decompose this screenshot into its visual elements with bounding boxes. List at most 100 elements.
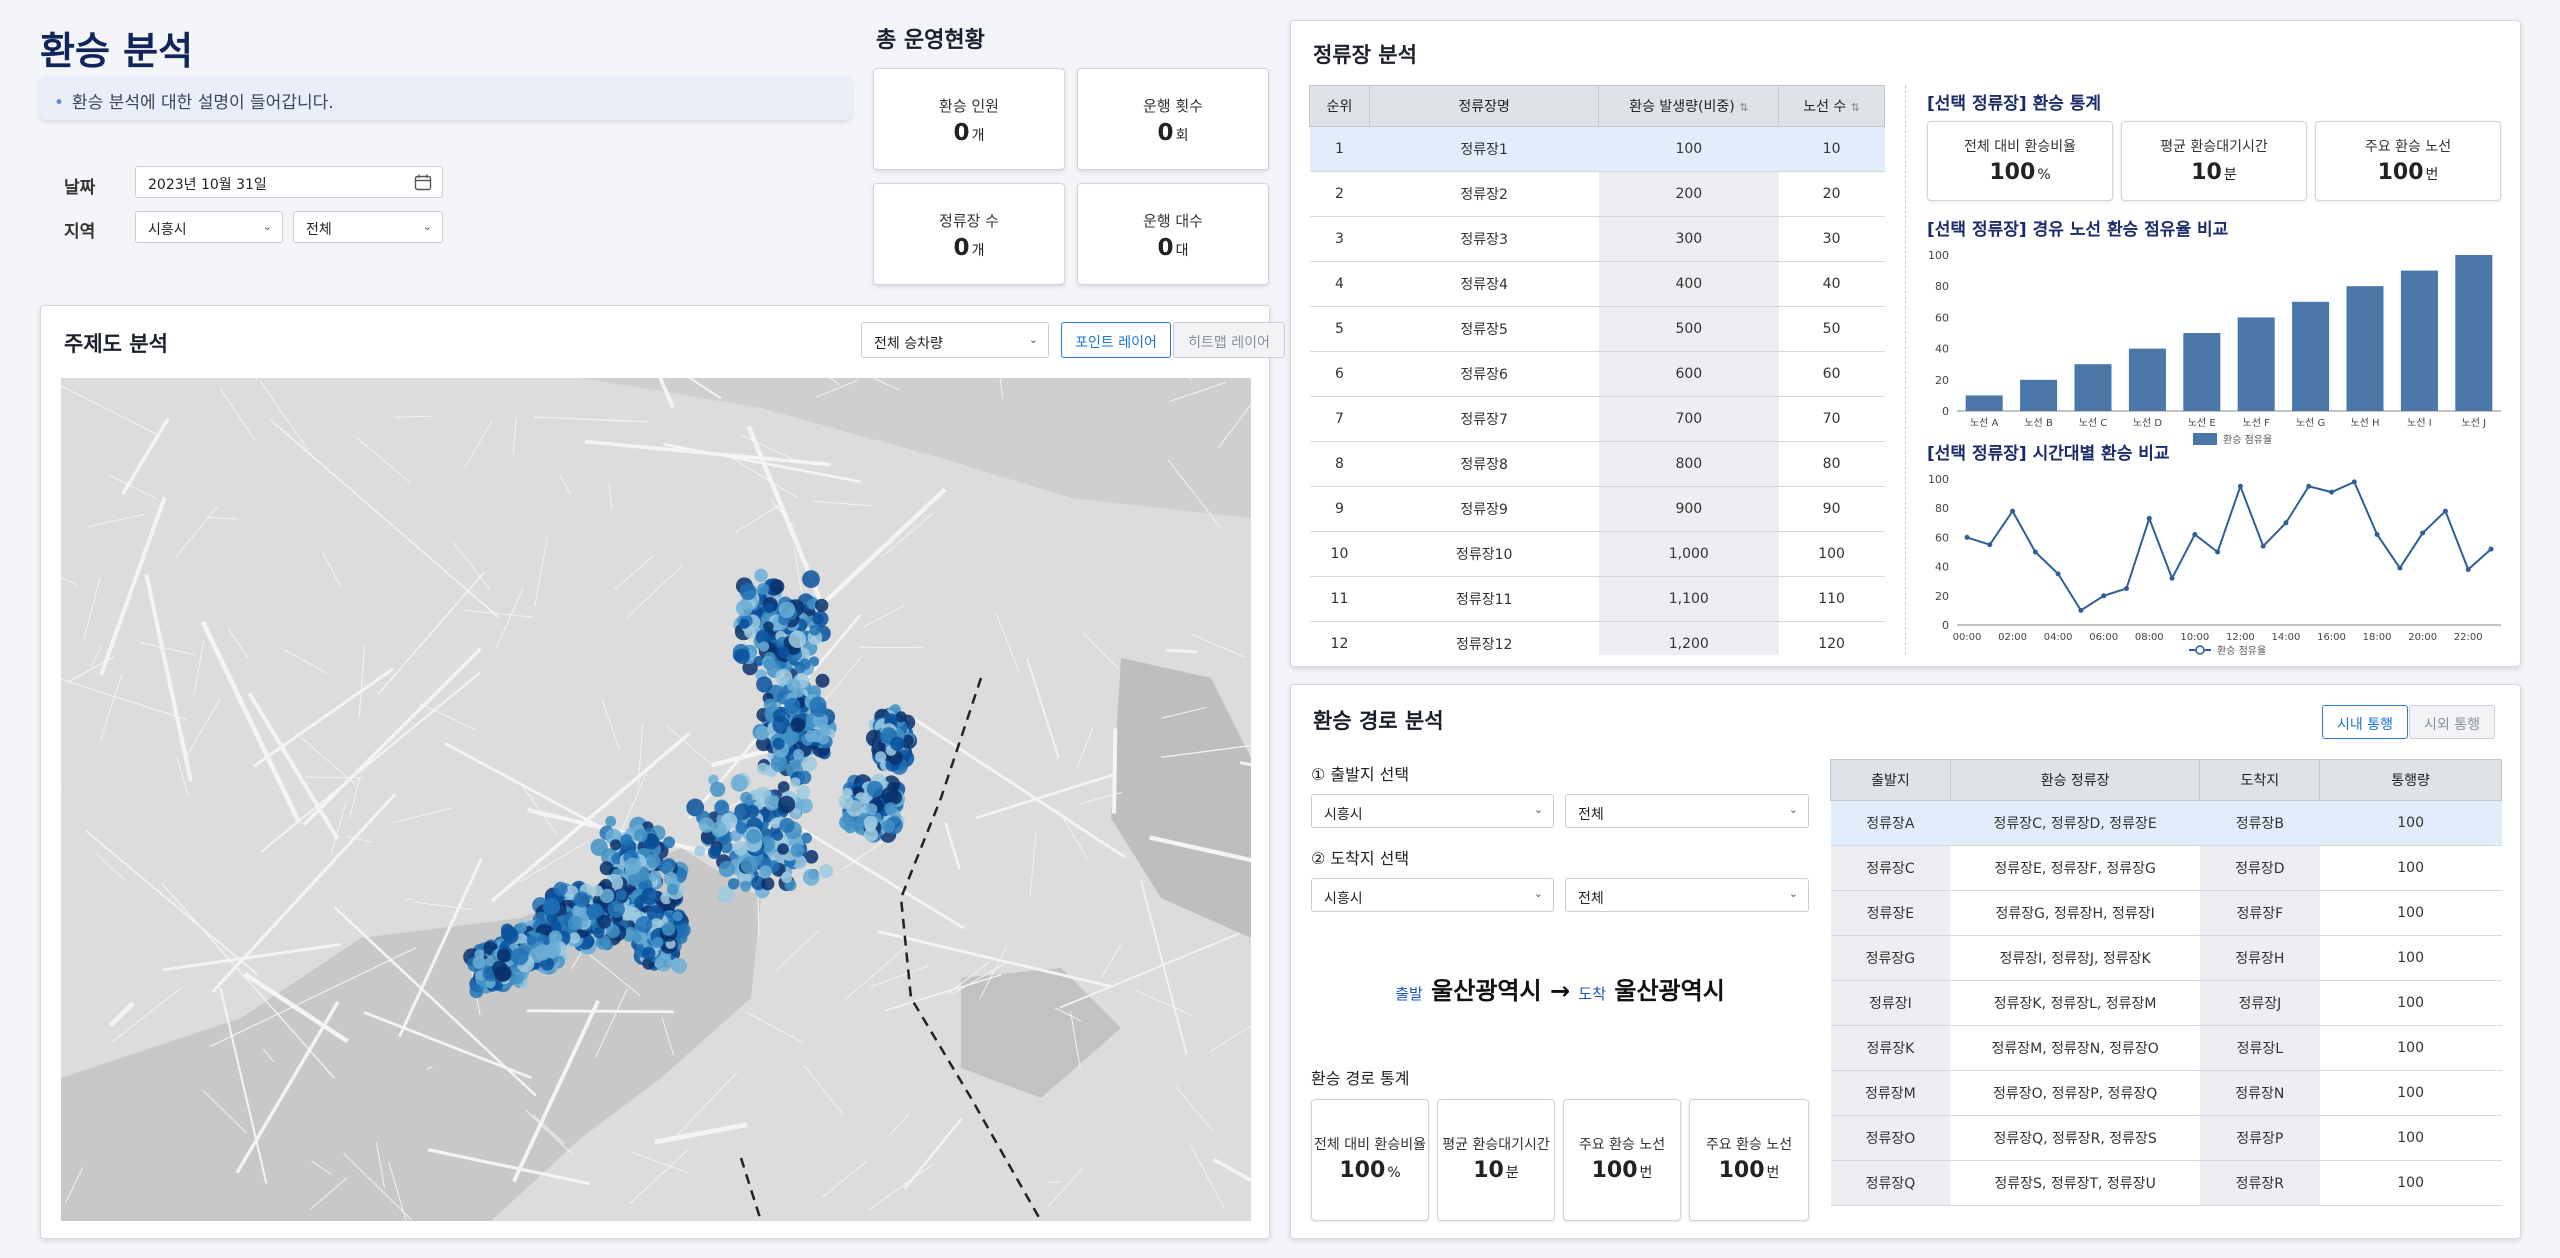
- table-row[interactable]: 4 정류장4 400 40: [1309, 261, 1885, 307]
- tab-city-travel[interactable]: 시내 통행: [2322, 705, 2408, 739]
- map-point: [815, 598, 829, 613]
- table-row[interactable]: 11 정류장11 1,100 110: [1309, 576, 1885, 622]
- point-layer-button[interactable]: 포인트 레이어: [1061, 322, 1171, 358]
- map-point: [777, 843, 789, 855]
- heatmap-layer-button[interactable]: 히트맵 레이어: [1173, 322, 1285, 358]
- date-picker[interactable]: 2023년 10월 31일: [135, 166, 443, 198]
- region-district-select[interactable]: 전체 ⌄: [293, 211, 443, 243]
- data-point: [2169, 575, 2175, 581]
- table-row[interactable]: 3 정류장3 300 30: [1309, 216, 1885, 262]
- map-point: [802, 868, 820, 886]
- calendar-icon[interactable]: [414, 174, 432, 191]
- map-point: [788, 630, 807, 648]
- table-row[interactable]: 정류장G 정류장I, 정류장J, 정류장K 정류장H 100: [1830, 935, 2502, 981]
- region-city-select[interactable]: 시흥시 ⌄: [135, 211, 283, 243]
- map-point: [846, 800, 863, 817]
- map-point: [711, 821, 727, 838]
- chevron-down-icon: ⌄: [1533, 887, 1543, 900]
- map-point: [659, 859, 674, 874]
- table-cell: 정류장5: [1369, 306, 1599, 352]
- table-cell: 100: [2319, 1070, 2502, 1116]
- table-cell: 정류장Q: [1830, 1160, 1951, 1206]
- map-road: [183, 699, 221, 761]
- map-point: [526, 935, 537, 946]
- legend-marker: [2195, 645, 2205, 655]
- origin-city-select[interactable]: 시흥시 ⌄: [1311, 794, 1554, 828]
- map-point: [863, 815, 878, 830]
- table-row[interactable]: 6 정류장6 600 60: [1309, 351, 1885, 397]
- map-road: [283, 649, 327, 674]
- sort-icon[interactable]: ⇅: [1851, 101, 1860, 114]
- table-row[interactable]: 정류장C 정류장E, 정류장F, 정류장G 정류장D 100: [1830, 845, 2502, 891]
- data-point: [2101, 593, 2107, 599]
- table-row[interactable]: 정류장I 정류장K, 정류장L, 정류장M 정류장J 100: [1830, 980, 2502, 1026]
- table-row[interactable]: 정류장K 정류장M, 정류장N, 정류장O 정류장L 100: [1830, 1025, 2502, 1071]
- x-tick-label: 00:00: [1953, 632, 1982, 643]
- map-road: [1190, 633, 1245, 658]
- table-row[interactable]: 2 정류장2 200 20: [1309, 171, 1885, 217]
- map-road: [654, 1122, 748, 1145]
- tab-outside-travel[interactable]: 시외 통행: [2409, 705, 2495, 739]
- map-point: [736, 599, 753, 617]
- map-point: [764, 795, 780, 811]
- table-row[interactable]: 정류장M 정류장O, 정류장P, 정류장Q 정류장N 100: [1830, 1070, 2502, 1116]
- table-row[interactable]: 정류장A 정류장C, 정류장D, 정류장E 정류장B 100: [1830, 800, 2502, 846]
- map-point: [641, 887, 659, 906]
- x-tick-label: 10:00: [2180, 632, 2209, 643]
- table-row[interactable]: 8 정류장8 800 80: [1309, 441, 1885, 487]
- map-point: [864, 827, 879, 842]
- stop-table-wrap[interactable]: 순위 정류장명 환승 발생량(비중) ⇅ 노선 수 ⇅ 1 정류장1 100 10 2 정…: [1309, 85, 1885, 655]
- table-row[interactable]: 1 정류장1 100 10: [1309, 126, 1885, 172]
- col-destination[interactable]: 도착지: [2199, 759, 2321, 801]
- sort-icon[interactable]: ⇅: [1739, 101, 1748, 114]
- map-road: [1174, 1085, 1214, 1132]
- table-row[interactable]: 12 정류장12 1,200 120: [1309, 621, 1885, 655]
- map-road: [206, 517, 238, 520]
- map-road: [321, 551, 341, 586]
- passenger-type-select[interactable]: 전체 승차량 ⌄: [861, 322, 1049, 358]
- col-transfer-volume[interactable]: 환승 발생량(비중) ⇅: [1598, 85, 1780, 127]
- destination-city-select[interactable]: 시흥시 ⌄: [1311, 878, 1554, 912]
- col-transfer-stops[interactable]: 환승 정류장: [1949, 759, 2201, 801]
- table-row[interactable]: 10 정류장10 1,000 100: [1309, 531, 1885, 577]
- route-table-wrap[interactable]: 출발지 환승 정류장 도착지 통행량 정류장A 정류장C, 정류장D, 정류장E 정…: [1830, 759, 2502, 1229]
- col-rank[interactable]: 순위: [1309, 85, 1370, 127]
- origin-district-select[interactable]: 전체 ⌄: [1565, 794, 1809, 828]
- destination-district-select[interactable]: 전체 ⌄: [1565, 878, 1809, 912]
- data-point: [2032, 549, 2038, 555]
- map-point: [591, 885, 604, 897]
- y-tick-label: 40: [1935, 561, 1949, 574]
- table-row[interactable]: 정류장E 정류장G, 정류장H, 정류장I 정류장F 100: [1830, 890, 2502, 936]
- table-cell: 정류장S, 정류장T, 정류장U: [1950, 1160, 2200, 1206]
- map-point: [534, 944, 551, 961]
- map-road: [252, 667, 394, 768]
- map-point: [730, 774, 748, 792]
- map-point: [672, 911, 683, 922]
- map-point: [573, 891, 590, 908]
- table-row[interactable]: 5 정류장5 500 50: [1309, 306, 1885, 352]
- destination-city-value: 시흥시: [1324, 891, 1363, 907]
- stat-value: 100: [1339, 1158, 1386, 1183]
- data-point: [2078, 607, 2084, 613]
- map-svg: [61, 378, 1251, 1221]
- y-tick-label: 100: [1928, 249, 1949, 262]
- data-point: [2010, 508, 2016, 514]
- col-stop-name[interactable]: 정류장명: [1368, 85, 1600, 127]
- col-volume[interactable]: 통행량: [2319, 759, 2502, 801]
- bar: [1965, 395, 2003, 411]
- table-cell: 정류장6: [1369, 351, 1599, 397]
- table-row[interactable]: 7 정류장7 700 70: [1309, 396, 1885, 442]
- kpi-unit: 개: [971, 243, 985, 259]
- table-row[interactable]: 9 정류장9 900 90: [1309, 486, 1885, 532]
- table-row[interactable]: 정류장O 정류장Q, 정류장R, 정류장S 정류장P 100: [1830, 1115, 2502, 1161]
- passenger-type-value: 전체 승차량: [874, 336, 943, 352]
- col-transfer-volume-label: 환승 발생량(비중): [1629, 99, 1735, 115]
- region-district-value: 전체: [306, 222, 332, 238]
- map-point: [757, 583, 769, 595]
- col-origin[interactable]: 출발지: [1830, 759, 1951, 801]
- map-canvas[interactable]: [61, 378, 1251, 1221]
- col-route-count[interactable]: 노선 수 ⇅: [1778, 85, 1885, 127]
- stat-card: 전체 대비 환승비율 100%: [1927, 121, 2113, 201]
- stat-label: 주요 환승 노선: [1705, 1137, 1793, 1153]
- table-row[interactable]: 정류장Q 정류장S, 정류장T, 정류장U 정류장R 100: [1830, 1160, 2502, 1206]
